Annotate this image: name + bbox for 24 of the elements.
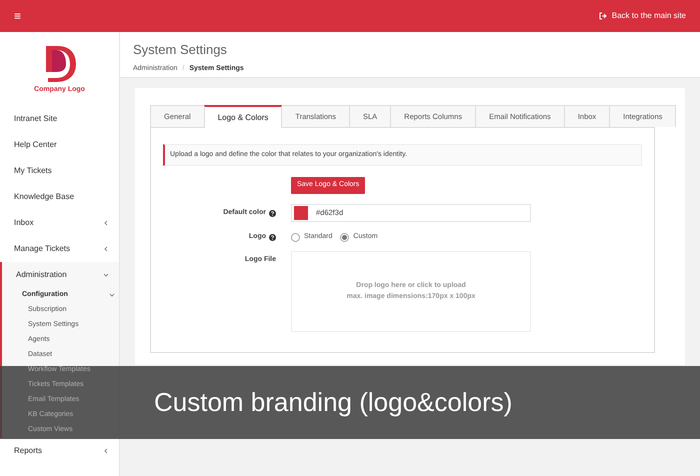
page-title: System Settings [133,41,228,59]
exit-icon [598,12,607,20]
chevron-icon [103,246,109,252]
chevron-icon [109,292,115,298]
sidebar-item[interactable]: Inbox [0,210,119,236]
color-swatch[interactable] [294,206,308,220]
back-link[interactable]: Back to the main site [598,10,686,22]
menu-icon[interactable]: ≡ [14,7,22,25]
radio-button[interactable] [340,232,350,242]
chevron-icon [103,448,109,454]
sidebar-item[interactable]: Help Center [0,132,119,158]
chevron-icon [103,220,109,226]
radio-button[interactable] [291,232,300,242]
chevron-icon [103,272,109,278]
sidebar-item[interactable]: Administration [2,262,119,288]
sidebar-item[interactable]: Manage Tickets [0,236,119,262]
sidebar-item[interactable]: Knowledge Base [0,184,119,210]
help-icon [269,234,276,241]
sidebar-item[interactable]: My Tickets [0,158,119,184]
tab[interactable]: Logo & Colors [204,105,282,128]
sidebar-item[interactable]: Intranet Site [0,106,119,132]
caption-text: Custom branding (logo&colors) [154,386,512,419]
help-icon [269,210,276,216]
sidebar-item[interactable]: Reports [0,438,119,464]
